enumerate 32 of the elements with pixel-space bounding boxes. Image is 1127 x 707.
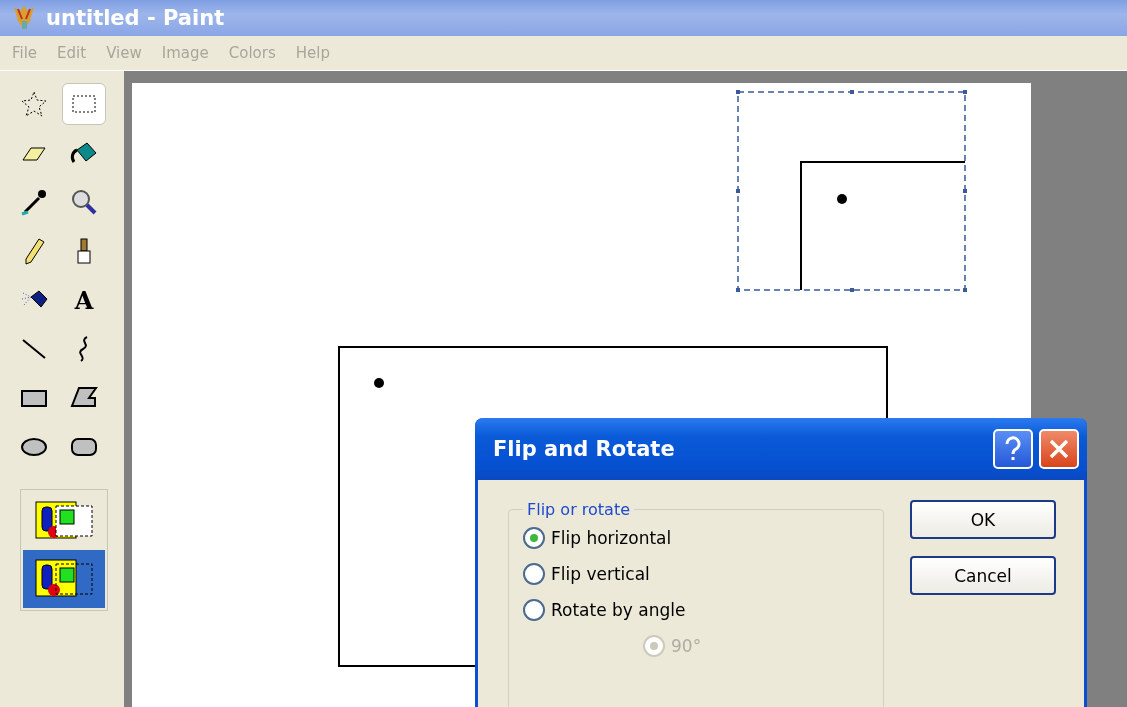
- radio-label: Rotate by angle: [551, 600, 686, 620]
- eyedropper-icon: [19, 187, 49, 217]
- radio-button[interactable]: [523, 563, 545, 585]
- dialog-button[interactable]: OK: [910, 500, 1056, 539]
- menu-item[interactable]: Colors: [220, 44, 284, 62]
- menu-item[interactable]: Help: [287, 44, 338, 62]
- curve-icon: [78, 336, 90, 362]
- background-option[interactable]: [23, 550, 105, 608]
- magnifier-icon: [69, 187, 99, 217]
- help-icon: [1004, 436, 1022, 462]
- dialog-button[interactable]: Cancel: [910, 556, 1056, 595]
- radio-label: Flip vertical: [551, 564, 650, 584]
- selection-frame[interactable]: [736, 90, 967, 292]
- dot: [837, 194, 847, 204]
- menu-item[interactable]: Edit: [49, 44, 95, 62]
- dialog-title: Flip and Rotate: [493, 437, 676, 461]
- menu-item[interactable]: Image: [153, 44, 217, 62]
- group-label: Flip or rotate: [526, 500, 631, 519]
- radio-button[interactable]: [523, 599, 545, 621]
- paint-app-icon: [12, 5, 36, 31]
- close-button[interactable]: [1039, 429, 1079, 469]
- close-icon: [1048, 438, 1070, 460]
- menu-item[interactable]: View: [98, 44, 150, 62]
- dot: [374, 378, 384, 388]
- radio-label: Flip horizontal: [551, 528, 672, 548]
- help-button[interactable]: [993, 429, 1033, 469]
- window-title: untitled - Paint: [46, 6, 225, 30]
- menu-item[interactable]: File: [4, 44, 46, 62]
- tool-button[interactable]: A: [62, 279, 106, 321]
- free-select-icon: [19, 89, 49, 119]
- radio-label: 90°: [671, 636, 702, 656]
- radio-button[interactable]: [523, 527, 545, 549]
